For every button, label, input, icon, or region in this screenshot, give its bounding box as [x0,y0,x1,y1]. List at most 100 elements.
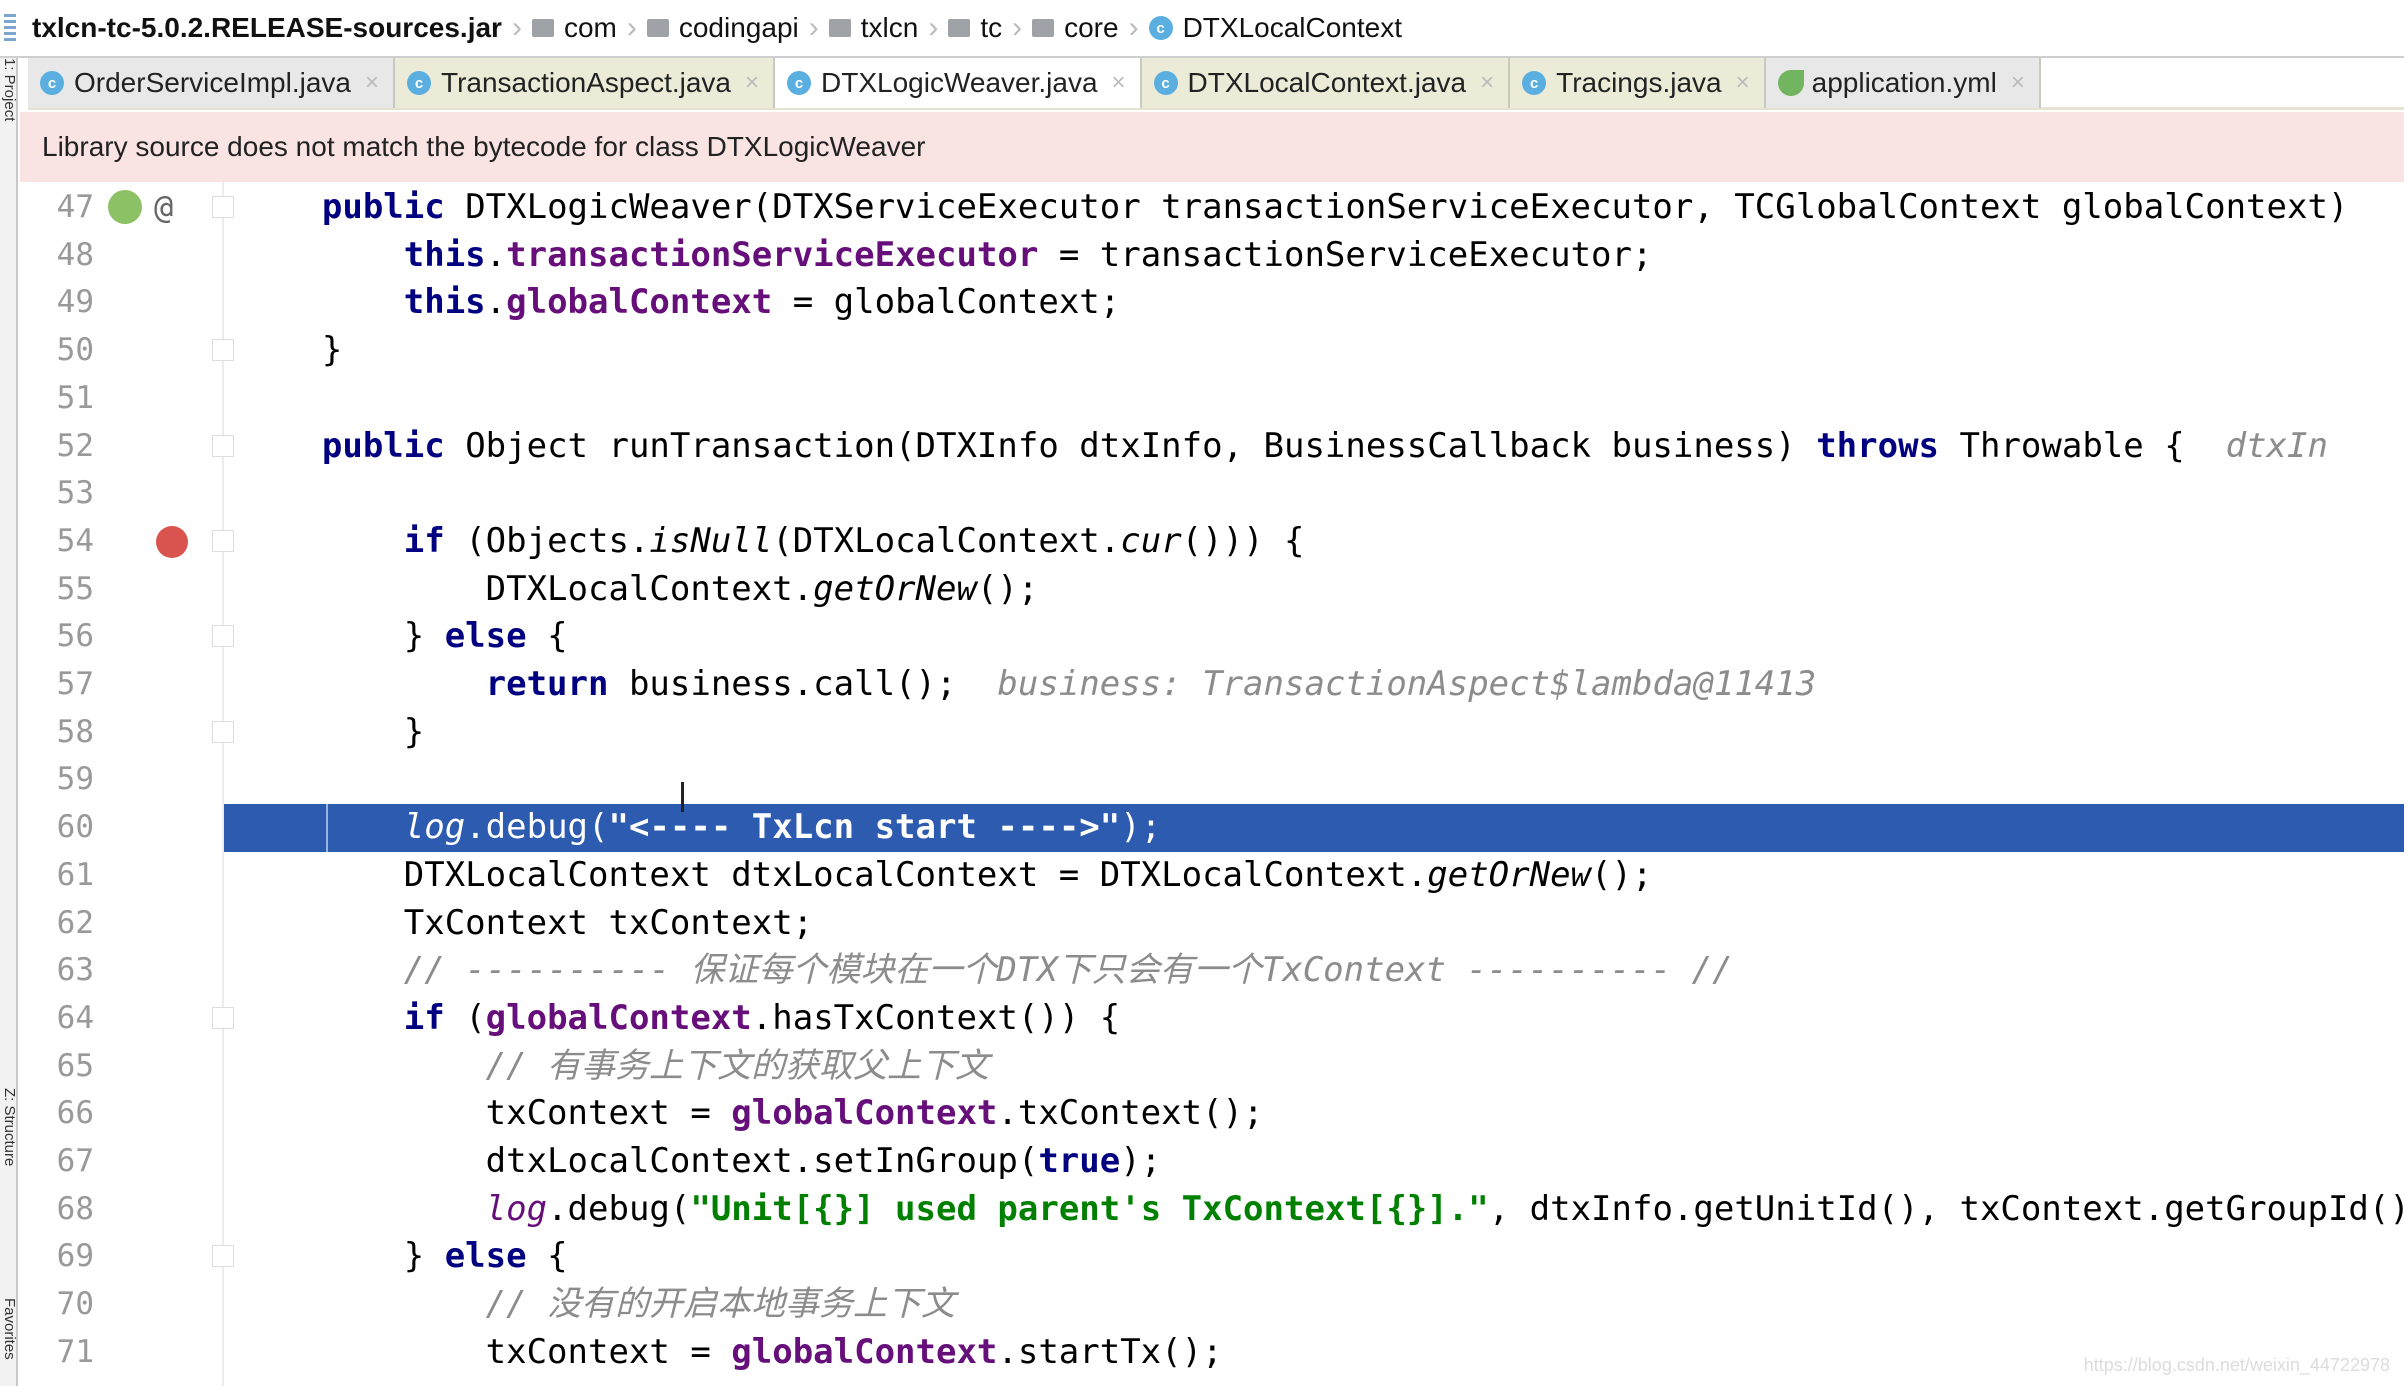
breadcrumb-item[interactable]: txlcn-tc-5.0.2.RELEASE-sources.jar [0,0,508,57]
annotation-icon: @ [154,188,174,226]
code-line: 58 } [20,709,2404,757]
line-number: 53 [56,475,94,512]
breadcrumb-item[interactable]: com [526,0,623,57]
code-token: isNull [649,520,773,561]
class-icon: c [1522,71,1547,95]
breadcrumb-label: DTXLocalContext [1182,12,1402,43]
folder-icon [646,19,669,37]
fold-marker-icon[interactable] [212,434,234,457]
editor-tabs: c OrderServiceImpl.java × c TransactionAspec… [28,58,2404,110]
tab-application-yml[interactable]: application.yml × [1765,58,2041,108]
code-line: 67 dtxLocalContext.setInGroup(true); [20,1138,2404,1186]
line-number: 70 [56,1286,94,1323]
close-icon[interactable]: × [745,69,759,97]
code-token: txContext = [240,1093,732,1134]
code-token: ( [444,997,486,1038]
breadcrumb-item[interactable]: txlcn [823,0,925,57]
code-text: DTXLocalContext.getOrNew(); [240,566,1039,614]
code-token: , dtxInfo.getUnitId(), txContext.getGrou… [1488,1188,2404,1229]
breadcrumb-label: txlcn-tc-5.0.2.RELEASE-sources.jar [32,12,502,43]
structure-tool-tab[interactable]: Z: Structure [0,1088,18,1166]
code-token: if [403,520,445,561]
close-icon[interactable]: × [2011,69,2025,97]
code-line: 53 [20,470,2404,518]
class-icon: c [787,71,812,95]
code-line: 68 log.debug("Unit[{}] used parent's TxC… [20,1186,2404,1234]
code-line: 65 // 有事务上下文的获取父上下文 [20,1043,2404,1091]
breadcrumb-separator-icon: › [511,11,522,44]
code-text: // ---------- 保证每个模块在一个DTX下只会有一个TxContex… [240,947,1733,995]
line-number: 61 [56,856,94,893]
breadcrumb-separator-icon: › [1128,11,1139,44]
code-text: return business.call(); business: Transa… [240,661,1817,709]
close-icon[interactable]: × [1480,69,1494,97]
line-number: 66 [56,1095,94,1132]
breadcrumb-item[interactable]: c DTXLocalContext [1143,0,1408,57]
code-text: // 没有的开启本地事务上下文 [240,1281,955,1329]
breadcrumb-separator-icon: › [928,11,939,44]
breadcrumb-item[interactable]: tc [942,0,1008,57]
code-line: 57 return business.call(); business: Tra… [20,661,2404,709]
code-token: (Objects. [444,520,650,561]
close-icon[interactable]: × [1736,69,1750,97]
line-number: 58 [56,713,94,750]
project-tool-tab[interactable]: 1: Project [0,58,18,121]
fold-marker-icon[interactable] [212,339,234,362]
code-token: cur [1120,520,1182,561]
folder-icon [948,19,971,37]
tab-orderserviceimpl-java[interactable]: c OrderServiceImpl.java × [28,58,395,108]
code-token: .txContext(); [997,1093,1264,1134]
code-text: log.debug("Unit[{}] used parent's TxCont… [240,1186,2404,1234]
line-number: 68 [56,1190,94,1227]
fold-marker-icon[interactable] [212,1006,234,1029]
code-token: public [321,425,445,466]
close-icon[interactable]: × [1112,69,1126,97]
breakpoint-icon[interactable] [156,525,188,558]
tab-transactionaspect-java[interactable]: c TransactionAspect.java × [395,58,776,108]
code-editor[interactable]: 47 @ public DTXLogicWeaver(DTXServiceExec… [20,182,2404,1386]
fold-marker-icon[interactable] [212,196,234,218]
fold-marker-icon[interactable] [212,625,234,648]
tab-dtxlogicweaver-java[interactable]: c DTXLogicWeaver.java × [775,58,1142,108]
fold-marker-icon[interactable] [212,1245,234,1268]
close-icon[interactable]: × [365,69,379,97]
class-icon: c [40,71,64,95]
tab-tracings-java[interactable]: c Tracings.java × [1510,58,1766,108]
code-text: } [240,327,342,375]
watermark: https://blog.csdn.net/weixin_44722978 [2083,1355,2390,1375]
fold-marker-icon[interactable] [212,720,234,743]
code-line: 49 this.globalContext = globalContext; [20,279,2404,327]
code-text: this.transactionServiceExecutor = transa… [240,232,1653,280]
code-token: transactionServiceExecutor [506,234,1039,275]
code-token: } [240,330,343,371]
override-icon[interactable] [108,190,142,224]
code-text: this.globalContext = globalContext; [240,279,1120,327]
code-token: Throwable { [1939,425,2226,466]
favorites-tool-tab[interactable]: Favorites [0,1298,18,1360]
code-token: "<---- TxLcn start ---->" [608,807,1121,848]
code-token: if [403,997,445,1038]
breadcrumb-item[interactable]: codingapi [641,0,805,57]
code-line: 62 TxContext txContext; [20,900,2404,948]
tab-dtxlocalcontext-java[interactable]: c DTXLocalContext.java × [1141,58,1511,108]
code-token: .debug( [465,807,609,848]
code-token: ); [1120,807,1162,848]
code-token: . [485,234,507,275]
class-icon: c [407,71,431,95]
code-line: 56 } else { [20,613,2404,661]
folder-icon [828,19,851,37]
code-line: 61 DTXLocalContext dtxLocalContext = DTX… [20,852,2404,900]
line-number: 59 [56,761,94,798]
line-number: 64 [56,999,94,1036]
code-text: // 有事务上下文的获取父上下文 [240,1043,989,1091]
folder-icon [1032,19,1055,37]
line-number: 48 [56,236,94,273]
breadcrumb-item[interactable]: core [1026,0,1124,57]
code-line: 69 } else { [20,1233,2404,1281]
fold-marker-icon[interactable] [212,529,234,552]
code-line: 66 txContext = globalContext.txContext()… [20,1090,2404,1138]
code-token: getOrNew [813,568,977,609]
tab-label: application.yml [1811,67,1997,98]
code-token: TxContext txContext; [240,902,814,943]
